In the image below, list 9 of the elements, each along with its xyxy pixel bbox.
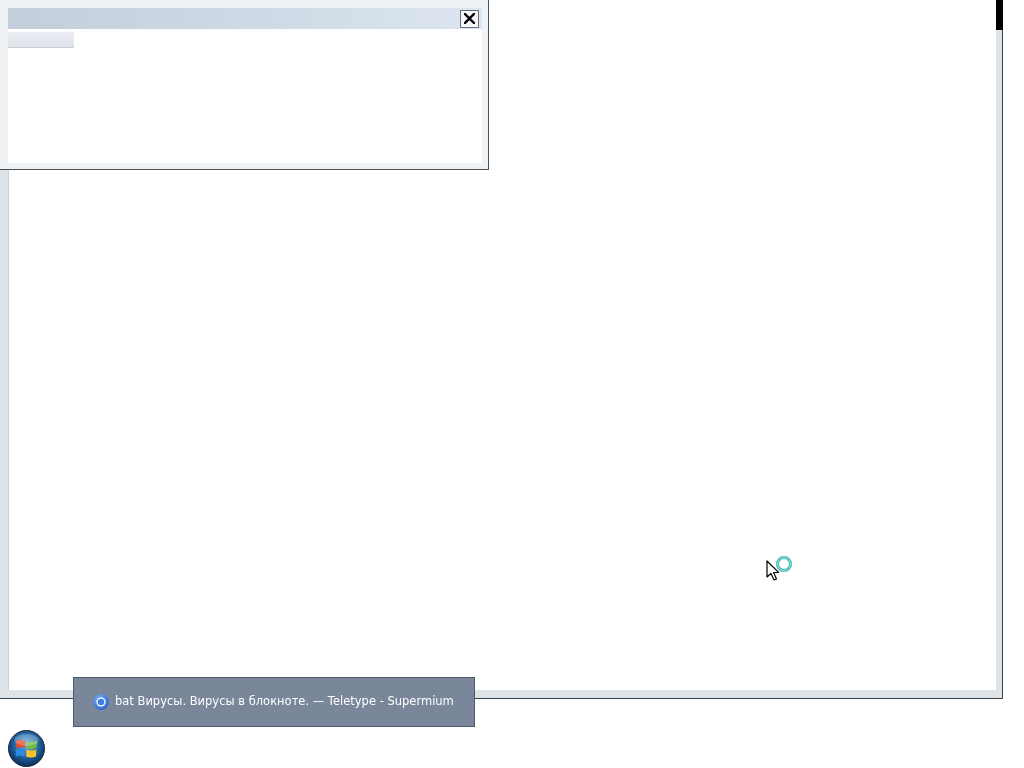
window-title: bat Вирусы. Вирусы в блокноте. — Teletype - Supermium	[115, 693, 454, 711]
close-icon	[464, 13, 475, 24]
start-orb-icon	[8, 730, 45, 767]
busy-cursor-icon	[766, 555, 794, 583]
start-button[interactable]	[8, 730, 45, 767]
edge-block	[996, 0, 1003, 30]
browser-icon	[93, 694, 109, 710]
close-button[interactable]	[460, 9, 479, 28]
taskbar-thumbnail[interactable]: bat Вирусы. Вирусы в блокноте. — Teletype - Supermium	[73, 677, 475, 727]
